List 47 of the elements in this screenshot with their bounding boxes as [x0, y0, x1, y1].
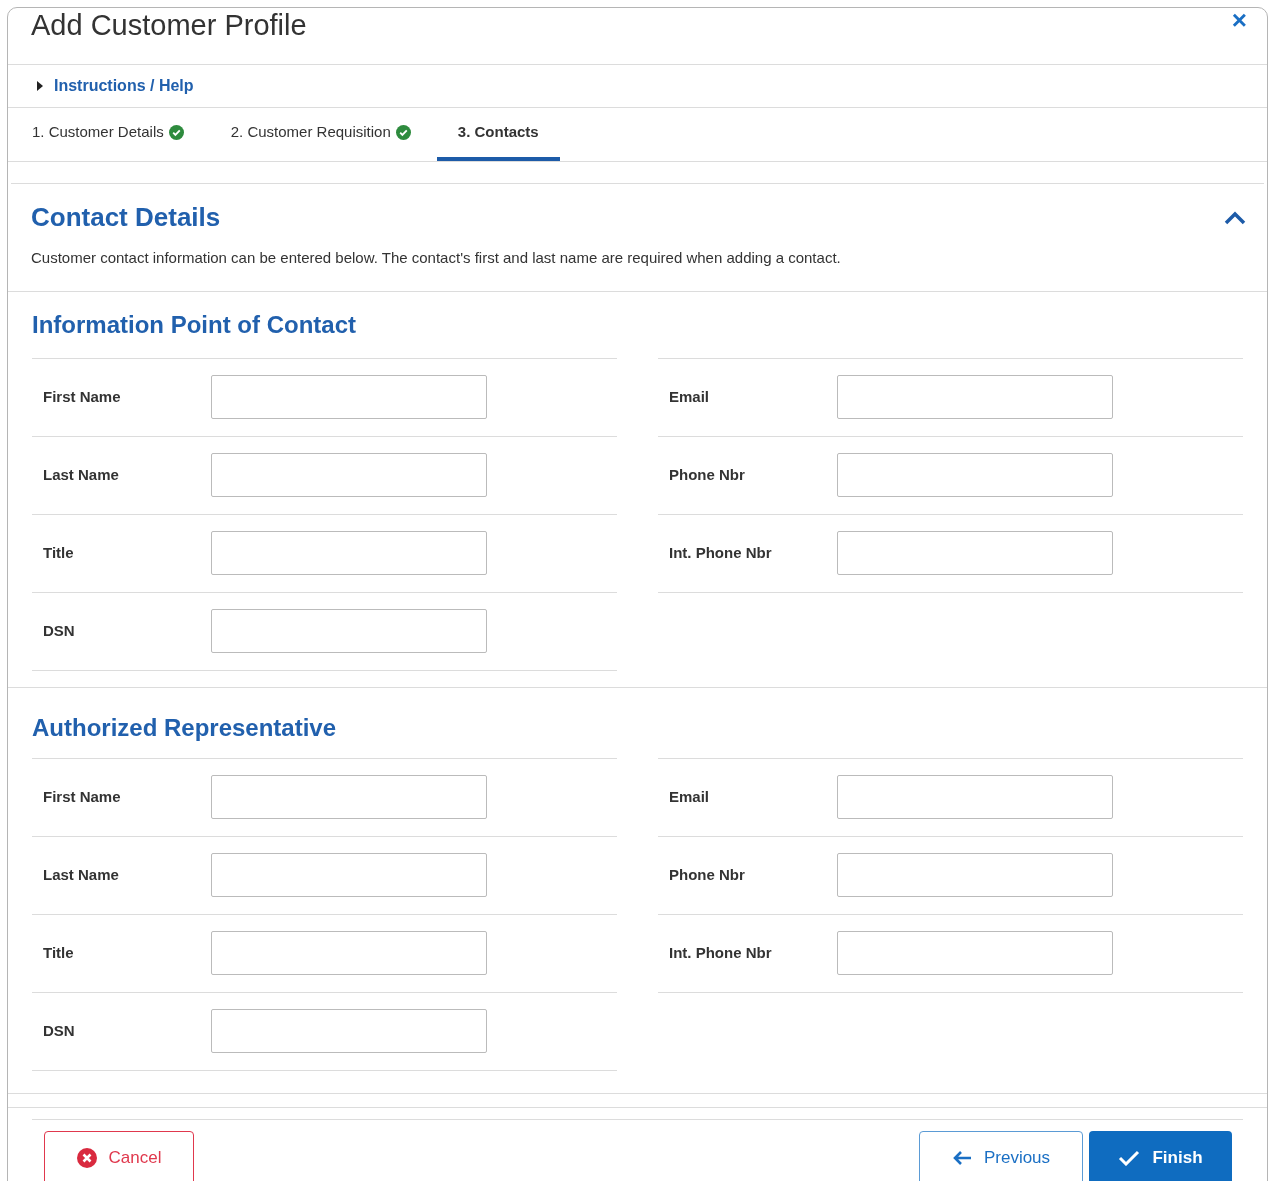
text-field[interactable]: [211, 931, 487, 975]
field-label: Phone Nbr: [668, 464, 746, 485]
panel-title: Contact Details: [31, 201, 221, 234]
text-field[interactable]: [837, 453, 1113, 497]
field-label: Last Name: [42, 464, 120, 485]
text-field[interactable]: [211, 609, 487, 653]
text-field[interactable]: [211, 1009, 487, 1053]
field-label: Email: [668, 386, 711, 407]
field-label: Int. Phone Nbr: [668, 542, 773, 563]
field-label: First Name: [42, 786, 122, 807]
field-label: DSN: [42, 1020, 76, 1041]
check-circle-icon: [168, 125, 184, 140]
cancel-button[interactable]: Cancel: [44, 1130, 194, 1181]
field-label: Last Name: [42, 864, 120, 885]
section-title: Authorized Representative: [32, 712, 337, 743]
field-label: Email: [668, 786, 711, 807]
arrow-left-icon: [951, 1150, 972, 1166]
field-label: Int. Phone Nbr: [668, 942, 773, 963]
step-tab[interactable]: 2. Customer Requisition: [209, 108, 432, 161]
close-circle-icon: [76, 1148, 97, 1168]
section-title: Information Point of Contact: [32, 309, 356, 340]
chevron-up-icon[interactable]: [1224, 210, 1246, 225]
finish-button[interactable]: Finish: [1089, 1130, 1232, 1181]
check-circle-icon: [395, 125, 411, 140]
text-field[interactable]: [837, 531, 1113, 575]
close-button[interactable]: ×: [1231, 6, 1247, 34]
panel-description: Customer contact information can be entered below. The contact's first and last name are required when adding a contact.: [31, 248, 842, 268]
field-label: Title: [42, 542, 75, 563]
checkmark-icon: [1118, 1150, 1141, 1166]
step-tab[interactable]: 1. Customer Details: [11, 108, 205, 161]
text-field[interactable]: [837, 775, 1113, 819]
text-field[interactable]: [211, 853, 487, 897]
text-field[interactable]: [211, 453, 487, 497]
field-label: DSN: [42, 620, 76, 641]
field-label: First Name: [42, 386, 122, 407]
previous-button[interactable]: Previous: [919, 1130, 1083, 1181]
window-title: Add Customer Profile: [31, 8, 307, 42]
step-tab[interactable]: 3. Contacts: [436, 108, 560, 161]
text-field[interactable]: [837, 375, 1113, 419]
text-field[interactable]: [211, 531, 487, 575]
instructions-link[interactable]: Instructions / Help: [54, 74, 194, 98]
field-label: Title: [42, 942, 75, 963]
text-field[interactable]: [211, 375, 487, 419]
text-field[interactable]: [211, 775, 487, 819]
text-field[interactable]: [837, 853, 1113, 897]
text-field[interactable]: [837, 931, 1113, 975]
field-label: Phone Nbr: [668, 864, 746, 885]
